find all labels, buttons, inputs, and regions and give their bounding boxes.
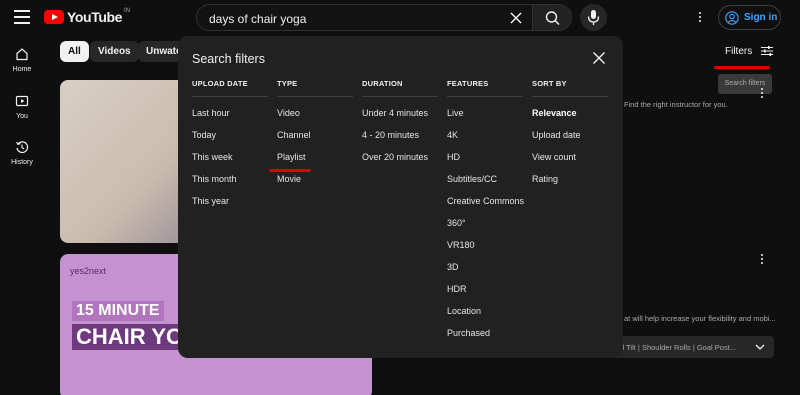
filter-option-4-20-minutes[interactable]: 4 - 20 minutes	[362, 129, 438, 141]
filters-label: Filters	[725, 45, 753, 57]
video-1-more-icon[interactable]	[761, 88, 765, 100]
search-query[interactable]: days of chair yoga	[209, 12, 306, 26]
search-input[interactable]: days of chair yoga	[196, 4, 532, 31]
filter-column-sort-by: SORT BY Relevance Upload date View count…	[532, 79, 608, 185]
logo-text: YouTube	[67, 9, 123, 25]
chip-videos[interactable]: Videos	[90, 41, 139, 62]
filter-option-creative-commons[interactable]: Creative Commons	[447, 195, 524, 207]
video-2-chapters[interactable]: d Tilt | Shoulder Rolls | Goal Post...	[612, 336, 774, 358]
column-heading: TYPE	[277, 79, 353, 97]
thumbnail-title-line1: 15 MINUTE	[72, 301, 164, 321]
you-icon	[15, 95, 29, 107]
column-heading: UPLOAD DATE	[192, 79, 268, 97]
chapters-text: d Tilt | Shoulder Rolls | Goal Post...	[620, 343, 737, 352]
sort-option-upload-date[interactable]: Upload date	[532, 129, 608, 141]
settings-more-icon[interactable]	[699, 12, 703, 30]
nav-label-you: You	[16, 113, 28, 120]
filter-option-this-month[interactable]: This month	[192, 173, 268, 185]
filters-button[interactable]: Filters	[725, 45, 774, 57]
account-icon	[725, 10, 739, 25]
video-1-snippet: Find the right instructor for you.	[624, 100, 728, 109]
chip-all[interactable]: All	[60, 41, 89, 62]
filter-column-duration: DURATION Under 4 minutes 4 - 20 minutes …	[362, 79, 438, 163]
filter-option-this-week[interactable]: This week	[192, 151, 268, 163]
sign-in-button[interactable]: Sign in	[718, 5, 781, 30]
video-2-snippet: at will help increase your flexibility a…	[624, 314, 776, 323]
filter-option-purchased[interactable]: Purchased	[447, 327, 523, 339]
filter-option-hdr[interactable]: HDR	[447, 283, 523, 295]
home-icon	[16, 48, 28, 61]
filter-sliders-icon	[761, 46, 774, 56]
sort-option-view-count[interactable]: View count	[532, 151, 608, 163]
playlist-annotation-underline	[269, 169, 311, 172]
close-icon[interactable]	[592, 51, 606, 65]
filter-option-location[interactable]: Location	[447, 305, 523, 317]
filter-option-last-hour[interactable]: Last hour	[192, 107, 268, 119]
filter-option-video[interactable]: Video	[277, 107, 353, 119]
filter-option-channel[interactable]: Channel	[277, 129, 353, 141]
filter-option-vr180[interactable]: VR180	[447, 239, 523, 251]
history-icon	[16, 141, 29, 154]
menu-icon[interactable]	[14, 10, 30, 24]
search-icon	[545, 11, 560, 26]
filters-annotation-underline	[714, 66, 770, 69]
column-heading: DURATION	[362, 79, 438, 97]
nav-item-you[interactable]: You	[0, 94, 44, 120]
youtube-play-icon	[44, 10, 64, 24]
nav-label-history: History	[11, 159, 33, 166]
youtube-logo[interactable]: YouTube IN	[44, 8, 131, 25]
filter-option-360[interactable]: 360°	[447, 217, 523, 229]
filter-option-hd[interactable]: HD	[447, 151, 523, 163]
country-code: IN	[124, 8, 131, 14]
thumbnail-title-line2: CHAIR YO	[72, 324, 188, 350]
filter-option-today[interactable]: Today	[192, 129, 268, 141]
filter-option-live[interactable]: Live	[447, 107, 523, 119]
clear-search-icon[interactable]	[508, 10, 524, 26]
dialog-title: Search filters	[192, 52, 265, 66]
filter-column-upload-date: UPLOAD DATE Last hour Today This week Th…	[192, 79, 268, 207]
filter-option-this-year[interactable]: This year	[192, 195, 268, 207]
search-button[interactable]	[532, 4, 572, 31]
voice-search-button[interactable]	[580, 4, 607, 31]
nav-item-home[interactable]: Home	[0, 47, 44, 73]
filter-option-subtitles[interactable]: Subtitles/CC	[447, 173, 523, 185]
video-2-more-icon[interactable]	[761, 254, 765, 266]
microphone-icon	[587, 10, 600, 25]
filter-option-3d[interactable]: 3D	[447, 261, 523, 273]
thumbnail-channel-tag: yes2next	[70, 266, 107, 276]
sort-option-relevance[interactable]: Relevance	[532, 107, 608, 119]
column-heading: FEATURES	[447, 79, 523, 97]
search-filters-dialog: Search filters UPLOAD DATE Last hour Tod…	[178, 36, 623, 358]
sign-in-label: Sign in	[744, 12, 778, 23]
sort-option-rating[interactable]: Rating	[532, 173, 608, 185]
filter-column-features: FEATURES Live 4K HD Subtitles/CC Creativ…	[447, 79, 524, 339]
filter-option-4k[interactable]: 4K	[447, 129, 523, 141]
filter-option-movie[interactable]: Movie	[277, 173, 353, 185]
filter-option-under-4-minutes[interactable]: Under 4 minutes	[362, 107, 438, 119]
nav-label-home: Home	[12, 66, 32, 73]
filter-option-playlist[interactable]: Playlist	[277, 151, 353, 163]
masthead: YouTube IN days of chair yoga Sign in	[0, 0, 800, 36]
chevron-down-icon	[755, 344, 765, 350]
column-heading: SORT BY	[532, 79, 608, 97]
filter-option-over-20-minutes[interactable]: Over 20 minutes	[362, 151, 438, 163]
nav-item-history[interactable]: History	[0, 140, 44, 166]
